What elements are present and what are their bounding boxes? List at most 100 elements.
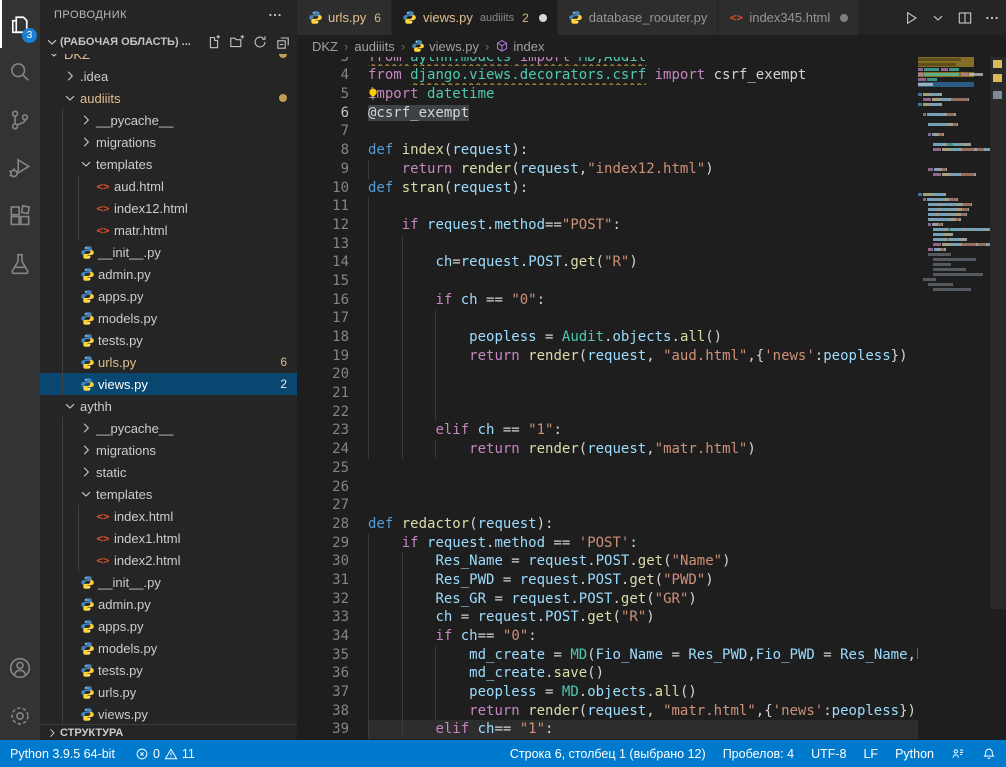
notifications-button[interactable] — [982, 747, 996, 761]
code-line-35[interactable]: 35 md_create = MD(Fio_Name = Res_PWD,Fio… — [297, 646, 918, 665]
tab-index345.html[interactable]: <>index345.html — [718, 0, 858, 35]
encoding-status[interactable]: UTF-8 — [811, 747, 846, 761]
refresh-icon[interactable] — [250, 32, 270, 52]
python-interpreter-status[interactable]: Python 3.9.5 64-bit — [10, 747, 115, 761]
indentation-status[interactable]: Пробелов: 4 — [723, 747, 794, 761]
explorer-more-actions-icon[interactable] — [267, 7, 283, 23]
lightbulb-icon[interactable] — [368, 87, 380, 101]
more-actions-button[interactable] — [984, 10, 1000, 26]
tree-item-index12.html[interactable]: <>index12.html — [40, 197, 297, 219]
new-file-icon[interactable] — [204, 32, 224, 52]
code-line-36[interactable]: 36 md_create.save() — [297, 664, 918, 683]
code-line-12[interactable]: 12 if request.method=="POST": — [297, 216, 918, 235]
activity-extensions[interactable] — [0, 192, 40, 240]
tree-item-__init__.py[interactable]: __init__.py — [40, 571, 297, 593]
tab-views.py[interactable]: views.pyaudiiits2 — [392, 0, 557, 35]
code-line-32[interactable]: 32 Res_GR = request.POST.get("GR") — [297, 590, 918, 609]
new-folder-icon[interactable] — [227, 32, 247, 52]
code-editor[interactable]: 3from aythh.models import MD,Audit4from … — [297, 57, 918, 740]
minimap[interactable] — [918, 57, 990, 740]
tree-item-models.py[interactable]: models.py — [40, 637, 297, 659]
tree-item-index.html[interactable]: <>index.html — [40, 505, 297, 527]
tree-item-static[interactable]: static — [40, 461, 297, 483]
breadcrumb-DKZ[interactable]: DKZ — [312, 39, 338, 54]
breadcrumb-views.py[interactable]: views.py — [411, 39, 479, 54]
code-line-13[interactable]: 13 — [297, 235, 918, 254]
code-line-3[interactable]: 3from aythh.models import MD,Audit — [297, 57, 918, 66]
activity-run-and-debug[interactable] — [0, 144, 40, 192]
tab-database_roouter.py[interactable]: database_roouter.py — [558, 0, 718, 35]
tree-item-views.py[interactable]: views.py2 — [40, 373, 297, 395]
eol-status[interactable]: LF — [863, 747, 878, 761]
code-line-39[interactable]: 39 elif ch== "1": — [297, 720, 918, 739]
code-line-11[interactable]: 11 — [297, 197, 918, 216]
code-line-24[interactable]: 24 return render(request,"matr.html") — [297, 440, 918, 459]
tree-item-urls.py[interactable]: urls.py6 — [40, 351, 297, 373]
code-line-9[interactable]: 9 return render(request,"index12.html") — [297, 160, 918, 179]
tree-item-aythh[interactable]: aythh — [40, 395, 297, 417]
feedback-button[interactable] — [951, 747, 965, 761]
code-line-31[interactable]: 31 Res_PWD = request.POST.get("PWD") — [297, 571, 918, 590]
code-line-34[interactable]: 34 if ch== "0": — [297, 627, 918, 646]
run-dropdown[interactable] — [930, 10, 946, 26]
code-line-37[interactable]: 37 peopless = MD.objects.all() — [297, 683, 918, 702]
tree-item-audiiits[interactable]: audiiits — [40, 87, 297, 109]
tree-item-templates[interactable]: templates — [40, 153, 297, 175]
activity-settings[interactable] — [0, 692, 40, 740]
tree-item-index1.html[interactable]: <>index1.html — [40, 527, 297, 549]
code-line-26[interactable]: 26 — [297, 478, 918, 497]
tree-item-apps.py[interactable]: apps.py — [40, 615, 297, 637]
problems-status[interactable]: 0 11 — [135, 747, 195, 761]
tree-item-migrations[interactable]: migrations — [40, 439, 297, 461]
split-editor-button[interactable] — [957, 10, 973, 26]
tree-item-admin.py[interactable]: admin.py — [40, 263, 297, 285]
tree-item-tests.py[interactable]: tests.py — [40, 329, 297, 351]
activity-account[interactable] — [0, 644, 40, 692]
breadcrumb-audiiits[interactable]: audiiits — [354, 39, 394, 54]
code-line-16[interactable]: 16 if ch == "0": — [297, 291, 918, 310]
workspace-section-header[interactable]: (РАБОЧАЯ ОБЛАСТЬ) ... — [40, 30, 297, 54]
code-line-14[interactable]: 14 ch=request.POST.get("R") — [297, 253, 918, 272]
language-mode[interactable]: Python — [895, 747, 934, 761]
code-line-18[interactable]: 18 peopless = Audit.objects.all() — [297, 328, 918, 347]
code-line-8[interactable]: 8def index(request): — [297, 141, 918, 160]
tree-item-aud.html[interactable]: <>aud.html — [40, 175, 297, 197]
tree-item-index2.html[interactable]: <>index2.html — [40, 549, 297, 571]
tree-item-views.py[interactable]: views.py — [40, 703, 297, 724]
tree-item-admin.py[interactable]: admin.py — [40, 593, 297, 615]
run-button[interactable] — [903, 10, 919, 26]
tree-item-urls.py[interactable]: urls.py — [40, 681, 297, 703]
scrollbar-thumb[interactable] — [990, 57, 1006, 609]
tree-item-.idea[interactable]: .idea — [40, 65, 297, 87]
code-line-19[interactable]: 19 return render(request, "aud.html",{'n… — [297, 347, 918, 366]
selection-info[interactable]: Строка 6, столбец 1 (выбрано 12) — [510, 747, 706, 761]
code-line-10[interactable]: 10def stran(request): — [297, 179, 918, 198]
code-line-33[interactable]: 33 ch = request.POST.get("R") — [297, 608, 918, 627]
tree-item-models.py[interactable]: models.py — [40, 307, 297, 329]
tree-item-__init__.py[interactable]: __init__.py — [40, 241, 297, 263]
collapse-all-icon[interactable] — [273, 32, 293, 52]
activity-source-control[interactable] — [0, 96, 40, 144]
code-line-30[interactable]: 30 Res_Name = request.POST.get("Name") — [297, 552, 918, 571]
activity-testing[interactable] — [0, 240, 40, 288]
code-line-29[interactable]: 29 if request.method == 'POST': — [297, 534, 918, 553]
tree-item-tests.py[interactable]: tests.py — [40, 659, 297, 681]
code-line-25[interactable]: 25 — [297, 459, 918, 478]
code-line-27[interactable]: 27 — [297, 496, 918, 515]
code-line-7[interactable]: 7 — [297, 122, 918, 141]
code-line-4[interactable]: 4from django.views.decorators.csrf impor… — [297, 66, 918, 85]
code-line-38[interactable]: 38 return render(request, "matr.html",{'… — [297, 702, 918, 721]
tree-item-apps.py[interactable]: apps.py — [40, 285, 297, 307]
breadcrumb-index[interactable]: index — [495, 39, 544, 54]
code-line-20[interactable]: 20 — [297, 365, 918, 384]
code-line-21[interactable]: 21 — [297, 384, 918, 403]
code-line-17[interactable]: 17 — [297, 309, 918, 328]
tree-item-templates[interactable]: templates — [40, 483, 297, 505]
tab-urls.py[interactable]: urls.py6 — [297, 0, 391, 35]
tree-item-__pycache__[interactable]: __pycache__ — [40, 417, 297, 439]
code-line-6[interactable]: 6@csrf_exempt — [297, 104, 918, 123]
tree-item-DKZ[interactable]: DKZ — [40, 54, 297, 65]
tree-item-__pycache__[interactable]: __pycache__ — [40, 109, 297, 131]
vertical-scrollbar[interactable] — [990, 57, 1006, 740]
code-line-22[interactable]: 22 — [297, 403, 918, 422]
